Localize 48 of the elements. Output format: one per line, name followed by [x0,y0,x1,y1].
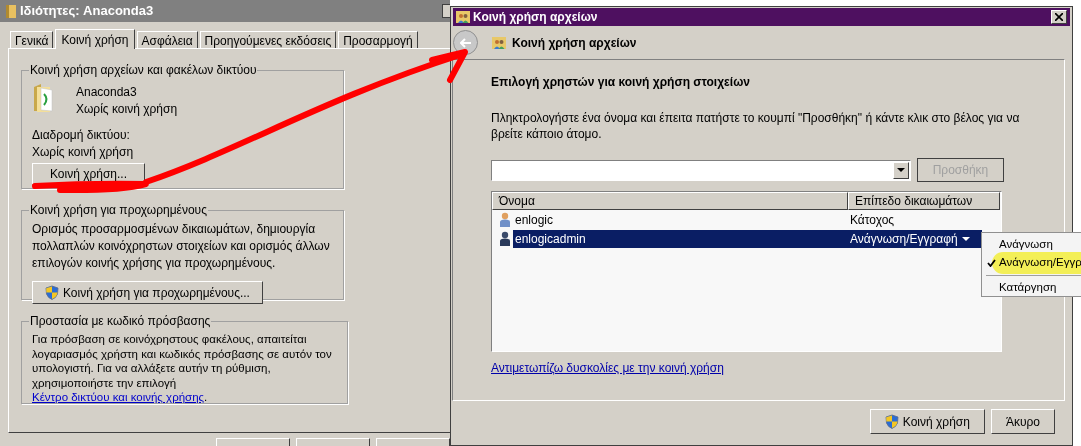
group-label: Προστασία με κωδικό πρόσβασης [29,313,212,330]
user-icon [499,211,511,228]
shield-icon [45,285,59,300]
menu-item[interactable]: Κατάργηση [982,279,1081,296]
field-label: Διαδρομή δικτύου: [32,127,131,144]
section-heading: Επιλογή χρηστών για κοινή χρήση στοιχείων [491,74,751,90]
folder-icon [32,83,54,113]
user-name: enlogic [514,211,555,229]
close-icon [1055,13,1063,21]
dialog-button[interactable]: Άκυρο [990,409,1055,434]
window-title: Ιδιότητες: Anaconda3 [20,2,154,21]
dialog-header: Κοινή χρήση αρχείων [512,34,637,52]
tab[interactable]: Προσαρμογή [338,31,418,48]
column-header[interactable]: Επίπεδο δικαιωμάτων [848,192,1000,210]
user-combo-box[interactable] [491,159,911,181]
tab[interactable]: Κοινή χρήση [55,29,135,49]
permission-level: Κάτοχος [850,211,896,229]
people-icon [492,35,506,50]
list-row[interactable]: enlogic Κάτοχος [513,210,982,229]
group-label: Κοινή χρήση αρχείων και φακέλων δικτύου [29,62,258,79]
people-icon [456,10,470,24]
dialog-button[interactable]: Κοινή χρήση [869,409,985,434]
tab[interactable]: Ασφάλεια [136,31,198,48]
close-button[interactable] [442,4,450,18]
share-status: Χωρίς κοινή χρήση [76,101,178,118]
dropdown-button[interactable] [893,161,909,179]
folder-icon [6,4,16,18]
instruction-text: Πληκτρολογήστε ένα όνομα και έπειτα πατήστε το κουμπί "Προσθήκη" ή κάντε κλικ στο βέλος για να βρείτε κάποιο άτομο. [491,110,1021,142]
user-icon [499,230,511,247]
window-title: Κοινή χρήση αρχείων [473,9,598,26]
caret-icon [962,236,970,241]
tab[interactable]: Προηγούμενες εκδόσεις [199,31,337,48]
back-arrow-icon [459,37,472,48]
user-name: enlogicadmin [514,230,587,248]
list-row[interactable]: enlogicadmin Ανάγνωση/Εγγραφή [513,229,982,248]
permission-level: Ανάγνωση/Εγγραφή [850,230,959,248]
group-label: Κοινή χρήση για προχωρημένους [29,202,208,219]
help-link[interactable]: Αντιμετωπίζω δυσκολίες με την κοινή χρήση [491,359,724,377]
caret-icon [897,168,905,172]
column-header[interactable]: Όνομα [492,192,848,210]
description-text: Ορισμός προσαρμοσμένων δικαιωμάτων, δημιουργία πολλαπλών κοινόχρηστων στοιχείων και ορισμός άλλων επιλογών κοινής χρήσης για προχωρημένους. [32,221,331,272]
folder-name: Anaconda3 [76,84,138,101]
menu-item[interactable]: Ανάγνωση [982,236,1081,254]
field-value: Χωρίς κοινή χρήση [32,144,135,161]
advanced-sharing-button[interactable]: Κοινή χρήση για προχωρημένους... [32,281,263,304]
menu-item[interactable]: Ανάγνωση/Εγγρ [982,254,1081,272]
description-text: Για πρόσβαση σε κοινόχρηστους φακέλους, απαιτείται λογαριασμός χρήστη και κωδικός πρόσβασης σε αυτόν τον υπολογιστή. Για να αλλάξετε αυτήν τη ρύθμιση, χρησιμοποιήστε την επιλογή Κέντρο δικτύου και κοινής χρήσης. [32,332,333,405]
tab[interactable]: Γενικά [10,31,54,48]
